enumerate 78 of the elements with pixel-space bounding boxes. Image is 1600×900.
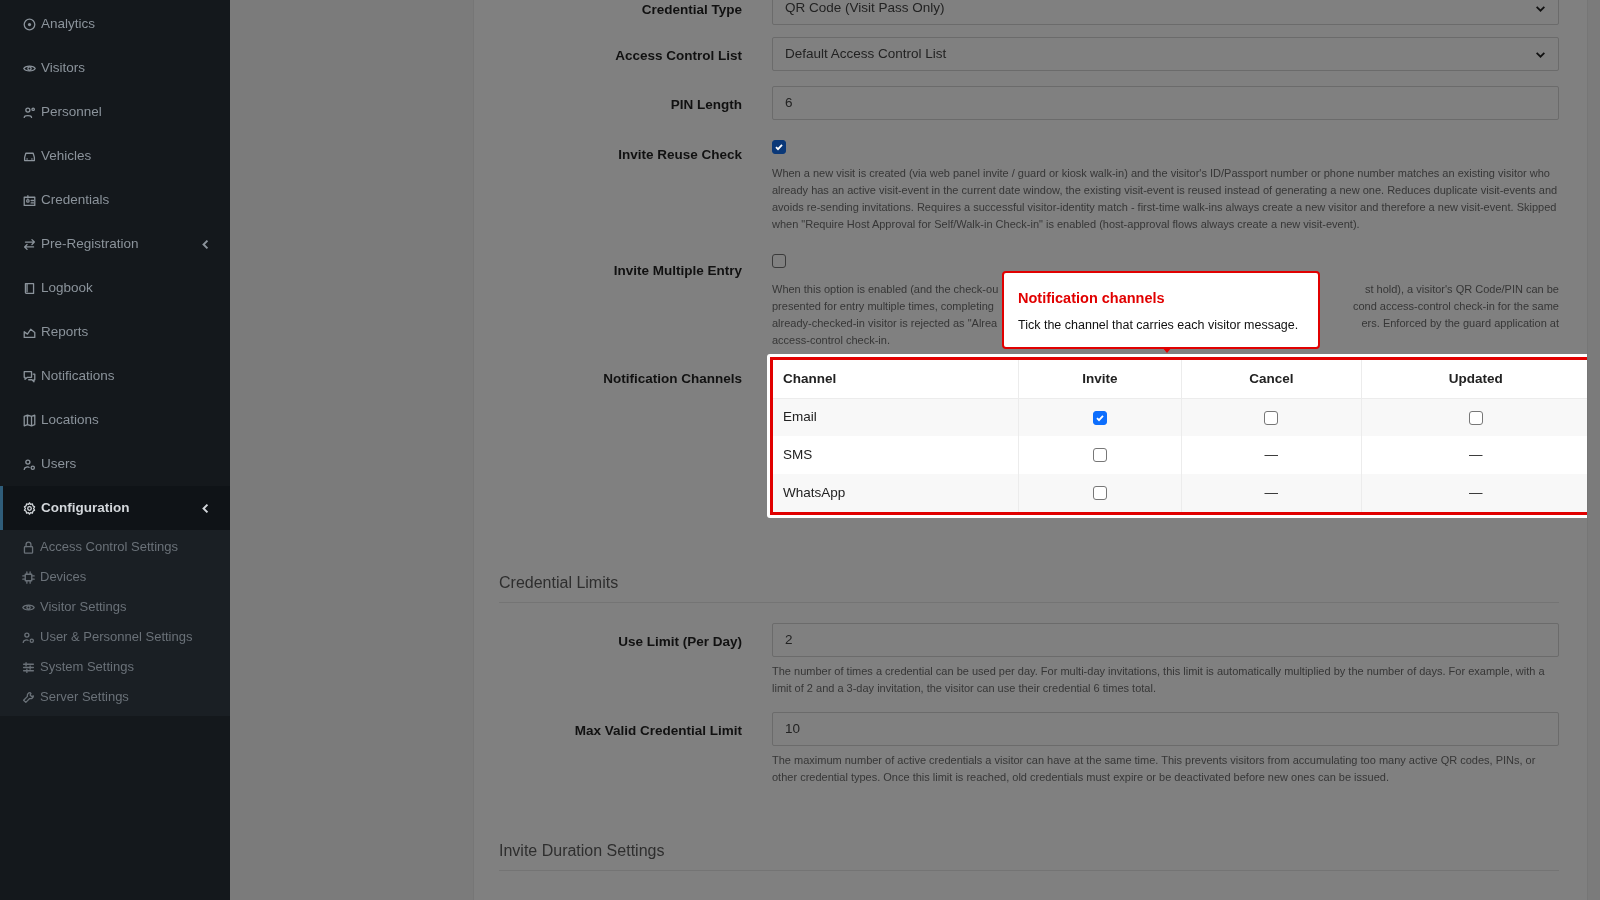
sidebar-item[interactable]: Users — [0, 442, 230, 486]
field-label: Use Limit (Per Day) — [617, 633, 742, 651]
user-gear-icon — [23, 457, 36, 471]
submenu-item[interactable]: Server Settings — [0, 682, 230, 712]
sidebar-item[interactable]: Notifications — [0, 354, 230, 398]
dash-mark: — — [1264, 484, 1279, 500]
table-cell: Email — [773, 398, 1019, 436]
help-text: already-checked-in visitor is rejected as "Alrea — [772, 316, 998, 331]
section-heading: Credential Limits — [499, 533, 1559, 603]
column-header: Invite — [1018, 360, 1182, 398]
column-header: Cancel — [1181, 360, 1362, 398]
help-text: ers. Enforced by the guard application at — [1361, 316, 1559, 331]
help-text: When this option is enabled (and the check-ou — [772, 282, 999, 297]
sliders-icon — [22, 660, 35, 674]
checkbox[interactable] — [772, 254, 786, 268]
checkbox[interactable] — [1092, 486, 1107, 501]
wrench-icon — [22, 690, 35, 704]
submenu-item[interactable]: Access Control Settings — [0, 532, 230, 562]
sidebar-item[interactable]: Locations — [0, 398, 230, 442]
check-icon — [774, 142, 784, 152]
sidebar-item[interactable]: Logbook — [0, 266, 230, 310]
field-label: Invite Multiple Entry — [612, 262, 742, 280]
field-label: Invite Reuse Check — [617, 146, 742, 164]
dash-mark: — — [1469, 484, 1483, 500]
target-icon — [23, 17, 36, 31]
tooltip-title: Notification channels — [1018, 289, 1166, 308]
submenu-item[interactable]: Devices — [0, 562, 230, 592]
submenu-item[interactable]: User & Personnel Settings — [0, 622, 230, 652]
checkbox[interactable] — [1092, 410, 1107, 425]
sidebar-item[interactable]: Vehicles — [0, 134, 230, 178]
column-header: Channel — [773, 360, 1019, 398]
field-label: Notification Channels — [602, 370, 742, 388]
input-field[interactable]: 6 — [772, 86, 1559, 120]
help-text: The maximum number of active credentials a visitor can have at the same time. This prevents visitors from accumulating too many active QR codes, PINs, or other credential types. Once this limit is reached, old credentials must expire or be deactivated before new ones can be issued. — [772, 753, 1537, 785]
chat-icon — [23, 369, 36, 383]
table-cell: WhatsApp — [773, 474, 1019, 512]
sidebar-item[interactable]: Personnel — [0, 90, 230, 134]
section-heading: Invite Duration Settings — [499, 801, 1559, 871]
dash-mark: — — [1264, 446, 1279, 462]
sidebar-item[interactable]: Analytics — [0, 2, 230, 46]
sidebar-item[interactable]: Visitors — [0, 46, 230, 90]
lock-icon — [22, 540, 35, 554]
column-header: Updated — [1361, 360, 1587, 398]
id-card-icon — [23, 193, 36, 207]
map-icon — [23, 413, 36, 427]
chip-icon — [22, 570, 35, 584]
check-icon — [1094, 412, 1105, 423]
user-gear-icon — [22, 630, 35, 644]
help-text: When a new visit is created (via web panel invite / guard or kiosk walk-in) and the visitor's ID/Passport number or phone number matches an existing visitor who already has an active visit-event in the current date window, the existing visit-event is reused instead of generating a new one. Reduces duplicate visit-events and avoids re-sending invitations. Requires a successful visitor-identity match - first-time walk-ins always create a new visitor and therefore a new visit-event. Skipped when "Require Host Approval for Self/Walk-in Check-in" is enabled (host-approval flows always create a new visit-event). — [772, 166, 1559, 232]
arrows-icon — [23, 237, 36, 251]
select-field[interactable]: QR Code (Visit Pass Only) — [772, 0, 1559, 25]
settings-icon — [23, 501, 36, 515]
help-text: The number of times a credential can be used per day. For multi-day invitations, this limit is automatically multiplied by the number of days. For example, with a limit of 2 and a 3-day invitation, the visitor can use their credential 6 times total. — [772, 664, 1546, 696]
help-text: access-control check-in. — [772, 333, 890, 348]
select-field[interactable]: Default Access Control List — [772, 37, 1559, 71]
checkbox[interactable] — [1264, 410, 1279, 425]
sidebar-item[interactable]: Reports — [0, 310, 230, 354]
help-text: presented for entry multiple times, completing — [772, 299, 994, 314]
help-text: st hold), a visitor's QR Code/PIN can be — [1364, 282, 1559, 297]
input-field[interactable]: 10 — [772, 712, 1559, 746]
submenu-item[interactable]: System Settings — [0, 652, 230, 682]
book-icon — [23, 281, 36, 295]
field-label: PIN Length — [669, 96, 742, 114]
dash-mark: — — [1469, 446, 1483, 462]
field-label: Max Valid Credential Limit — [573, 722, 742, 740]
sidebar-item[interactable]: Credentials — [0, 178, 230, 222]
submenu-item[interactable]: Visitor Settings — [0, 592, 230, 622]
field-label: Credential Type — [640, 1, 742, 19]
help-text: cond access-control check-in for the same — [1352, 299, 1559, 314]
tooltip-text: Tick the channel that carries each visitor message. — [1018, 316, 1300, 334]
field-label: Access Control List — [614, 47, 742, 65]
sidebar-item[interactable]: Pre-Registration — [0, 222, 230, 266]
input-field[interactable]: 2 — [772, 623, 1559, 657]
checkbox[interactable] — [1092, 448, 1107, 463]
checkbox[interactable] — [772, 140, 786, 154]
person-icon — [23, 105, 36, 119]
checkbox[interactable] — [1468, 410, 1483, 425]
sidebar-item[interactable]: Configuration — [0, 486, 230, 530]
